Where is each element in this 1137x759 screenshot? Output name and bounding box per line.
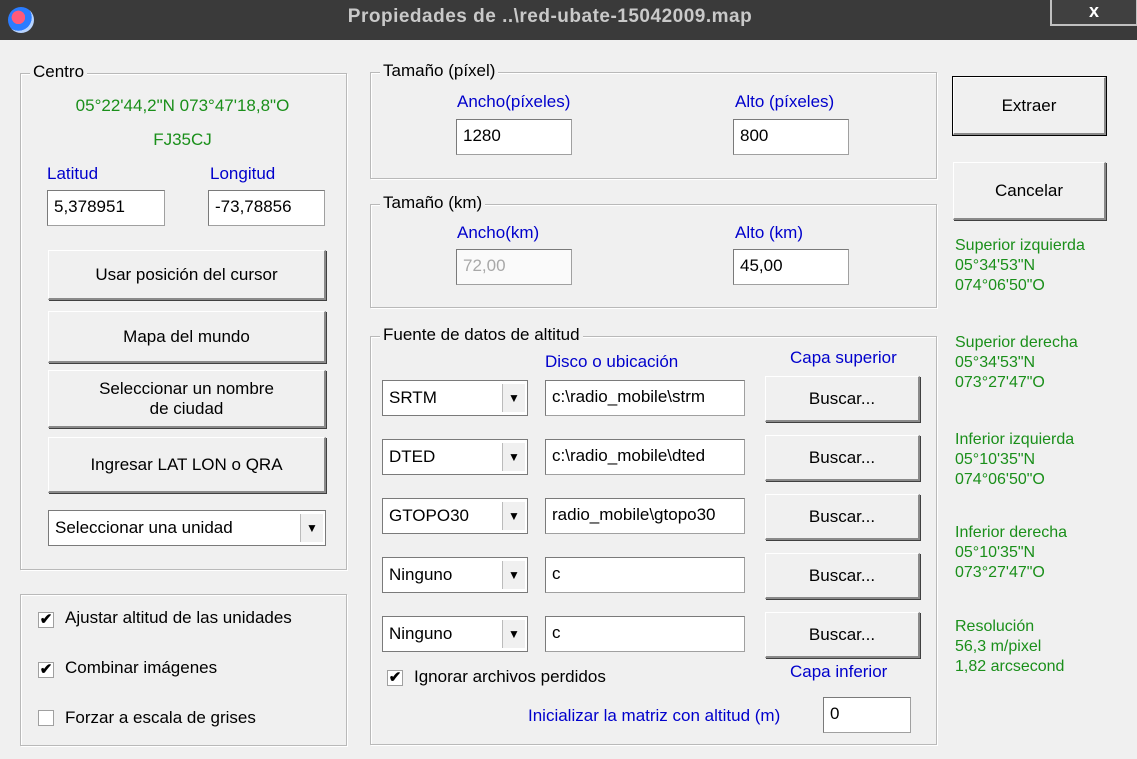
source-select-4[interactable]: Ninguno ▼ xyxy=(382,557,528,593)
init-altitude-input[interactable]: 0 xyxy=(823,697,911,733)
bottom-left-lon: 074°06'50"O xyxy=(955,471,1045,488)
use-cursor-position-button[interactable]: Usar posición del cursor xyxy=(48,250,326,300)
longitude-input[interactable]: -73,78856 xyxy=(208,190,325,226)
chevron-down-icon[interactable]: ▼ xyxy=(502,502,525,530)
top-layer-label: Capa superior xyxy=(790,348,897,367)
cancel-button[interactable]: Cancelar xyxy=(953,162,1106,220)
browse-button-1[interactable]: Buscar... xyxy=(765,376,920,422)
chevron-down-icon[interactable]: ▼ xyxy=(502,620,525,648)
top-right-lat: 05°34'53"N xyxy=(955,354,1036,371)
source-path-input-4[interactable]: c xyxy=(545,557,745,593)
grayscale-label: Forzar a escala de grises xyxy=(65,708,256,727)
bottom-left-label: Inferior izquierda xyxy=(955,431,1075,448)
ignore-missing-label: Ignorar archivos perdidos xyxy=(414,667,606,686)
source-select-5[interactable]: Ninguno ▼ xyxy=(382,616,528,652)
height-pixels-input[interactable]: 800 xyxy=(733,119,849,155)
source-select-value: SRTM xyxy=(389,388,437,407)
source-select-value: Ninguno xyxy=(389,565,453,584)
resolution-arcsec: 1,82 arcsecond xyxy=(955,658,1065,675)
extract-button[interactable]: Extraer xyxy=(952,76,1107,136)
unit-select-value: Seleccionar una unidad xyxy=(55,518,233,537)
grayscale-checkbox[interactable] xyxy=(38,710,54,726)
chevron-down-icon[interactable]: ▼ xyxy=(502,384,525,412)
top-left-label: Superior izquierda xyxy=(955,237,1085,254)
source-path-input-3[interactable]: radio_mobile\gtopo30 xyxy=(545,498,745,534)
check-icon: ✔ xyxy=(39,661,53,678)
size-pixel-legend: Tamaño (píxel) xyxy=(380,61,499,81)
browse-button-4[interactable]: Buscar... xyxy=(765,553,920,599)
height-km-input[interactable]: 45,00 xyxy=(733,249,849,285)
source-select-3[interactable]: GTOPO30 ▼ xyxy=(382,498,528,534)
resolution-info: Resolución 56,3 m/pixel 1,82 arcsecond xyxy=(955,617,1064,677)
latitude-input[interactable]: 5,378951 xyxy=(47,190,165,226)
close-button[interactable]: x xyxy=(1050,0,1137,26)
chevron-down-icon[interactable]: ▼ xyxy=(300,514,323,542)
top-right-label: Superior derecha xyxy=(955,334,1078,351)
browse-button-2[interactable]: Buscar... xyxy=(765,435,920,481)
disk-location-header: Disco o ubicación xyxy=(545,352,679,371)
top-left-corner-info: Superior izquierda 05°34'53"N 074°06'50"… xyxy=(955,236,1085,296)
source-select-2[interactable]: DTED ▼ xyxy=(382,439,528,475)
bottom-layer-label: Capa inferior xyxy=(790,662,888,681)
adjust-altitude-checkbox[interactable]: ✔ xyxy=(38,612,54,628)
select-city-button[interactable]: Seleccionar un nombre de ciudad xyxy=(48,370,326,428)
height-km-label: Alto (km) xyxy=(735,223,803,242)
resolution-label: Resolución xyxy=(955,618,1035,635)
bottom-left-lat: 05°10'35"N xyxy=(955,451,1036,468)
source-select-value: GTOPO30 xyxy=(389,506,469,525)
size-km-legend: Tamaño (km) xyxy=(380,193,486,213)
longitude-label: Longitud xyxy=(210,164,276,183)
combine-images-label: Combinar imágenes xyxy=(65,658,218,677)
check-icon: ✔ xyxy=(39,611,53,628)
check-icon: ✔ xyxy=(388,669,402,686)
resolution-meters: 56,3 m/pixel xyxy=(955,638,1042,655)
bottom-left-corner-info: Inferior izquierda 05°10'35"N 074°06'50"… xyxy=(955,430,1074,490)
top-right-corner-info: Superior derecha 05°34'53"N 073°27'47"O xyxy=(955,333,1078,393)
browse-button-5[interactable]: Buscar... xyxy=(765,612,920,658)
enter-latlon-button[interactable]: Ingresar LAT LON o QRA xyxy=(48,437,326,493)
init-matrix-label: Inicializar la matriz con altitud (m) xyxy=(528,706,781,725)
top-left-lon: 074°06'50"O xyxy=(955,277,1045,294)
chevron-down-icon[interactable]: ▼ xyxy=(502,443,525,471)
source-path-input-5[interactable]: c xyxy=(545,616,745,652)
source-select-value: DTED xyxy=(389,447,436,466)
ignore-missing-checkbox[interactable]: ✔ xyxy=(387,670,403,686)
width-km-label: Ancho(km) xyxy=(457,223,540,242)
window-title: Propiedades de ..\red-ubate-15042009.map xyxy=(347,6,753,27)
source-select-1[interactable]: SRTM ▼ xyxy=(382,380,528,416)
bottom-right-lon: 073°27'47"O xyxy=(955,564,1045,581)
top-left-lat: 05°34'53"N xyxy=(955,257,1036,274)
width-pixels-label: Ancho(píxeles) xyxy=(457,92,571,111)
chevron-down-icon[interactable]: ▼ xyxy=(502,561,525,589)
source-path-input-2[interactable]: c:\radio_mobile\dted xyxy=(545,439,745,475)
combine-images-checkbox[interactable]: ✔ xyxy=(38,662,54,678)
width-km-input: 72,00 xyxy=(456,249,572,285)
elevation-source-legend: Fuente de datos de altitud xyxy=(380,325,583,345)
center-coordinates: 05°22'44,2"N 073°47'18,8"O xyxy=(75,96,290,115)
bottom-right-corner-info: Inferior derecha 05°10'35"N 073°27'47"O xyxy=(955,523,1067,583)
width-pixels-input[interactable]: 1280 xyxy=(456,119,572,155)
browse-button-3[interactable]: Buscar... xyxy=(765,494,920,540)
bottom-right-label: Inferior derecha xyxy=(955,524,1068,541)
top-right-lon: 073°27'47"O xyxy=(955,374,1045,391)
height-pixels-label: Alto (píxeles) xyxy=(735,92,835,111)
source-path-input-1[interactable]: c:\radio_mobile\strm xyxy=(545,380,745,416)
bottom-right-lat: 05°10'35"N xyxy=(955,544,1036,561)
latitude-label: Latitud xyxy=(47,164,99,183)
centro-legend: Centro xyxy=(30,62,88,82)
center-locator: FJ35CJ xyxy=(153,130,212,149)
unit-select[interactable]: Seleccionar una unidad ▼ xyxy=(48,510,326,546)
world-map-button[interactable]: Mapa del mundo xyxy=(48,311,326,363)
adjust-altitude-label: Ajustar altitud de las unidades xyxy=(65,608,292,627)
source-select-value: Ninguno xyxy=(389,624,453,643)
